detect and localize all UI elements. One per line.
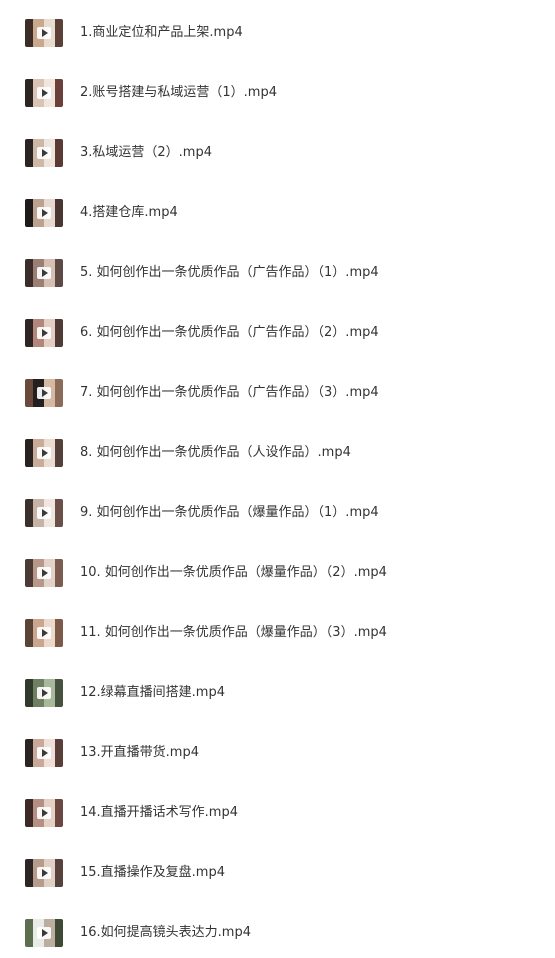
play-icon[interactable]: [37, 147, 51, 159]
video-file-item[interactable]: 15.直播操作及复盘.mp4: [0, 853, 555, 893]
video-file-item[interactable]: 6. 如何创作出一条优质作品（广告作品）（2）.mp4: [0, 313, 555, 353]
video-thumbnail[interactable]: [25, 559, 63, 587]
thumbnail-image-band: [25, 739, 34, 767]
play-icon[interactable]: [37, 747, 51, 759]
video-file-name[interactable]: 10. 如何创作出一条优质作品（爆量作品）（2）.mp4: [80, 553, 387, 593]
thumbnail-image-band: [54, 259, 63, 287]
play-icon[interactable]: [37, 927, 51, 939]
thumbnail-image-band: [25, 919, 34, 947]
video-thumbnail[interactable]: [25, 859, 63, 887]
thumbnail-image-band: [25, 259, 34, 287]
thumbnail-image-band: [25, 379, 34, 407]
video-file-name[interactable]: 4.搭建仓库.mp4: [80, 193, 178, 233]
video-file-name[interactable]: 6. 如何创作出一条优质作品（广告作品）（2）.mp4: [80, 313, 379, 353]
thumbnail-image-band: [25, 499, 34, 527]
video-thumbnail[interactable]: [25, 439, 63, 467]
play-icon[interactable]: [37, 387, 51, 399]
thumbnail-image-band: [54, 619, 63, 647]
video-file-item[interactable]: 16.如何提高镜头表达力.mp4: [0, 913, 555, 953]
thumbnail-image-band: [54, 799, 63, 827]
video-thumbnail[interactable]: [25, 199, 63, 227]
thumbnail-image-band: [54, 379, 63, 407]
video-thumbnail[interactable]: [25, 19, 63, 47]
video-file-name[interactable]: 5. 如何创作出一条优质作品（广告作品）（1）.mp4: [80, 253, 379, 293]
video-file-item[interactable]: 4.搭建仓库.mp4: [0, 193, 555, 233]
thumbnail-image-band: [54, 79, 63, 107]
thumbnail-image-band: [54, 139, 63, 167]
thumbnail-image-band: [54, 559, 63, 587]
video-file-name[interactable]: 12.绿幕直播间搭建.mp4: [80, 673, 225, 713]
play-icon[interactable]: [37, 87, 51, 99]
thumbnail-image-band: [25, 799, 34, 827]
video-file-name[interactable]: 8. 如何创作出一条优质作品（人设作品）.mp4: [80, 433, 351, 473]
play-icon[interactable]: [37, 207, 51, 219]
video-thumbnail[interactable]: [25, 499, 63, 527]
play-icon[interactable]: [37, 567, 51, 579]
thumbnail-image-band: [54, 859, 63, 887]
video-file-item[interactable]: 5. 如何创作出一条优质作品（广告作品）（1）.mp4: [0, 253, 555, 293]
video-thumbnail[interactable]: [25, 619, 63, 647]
thumbnail-image-band: [25, 859, 34, 887]
thumbnail-image-band: [25, 679, 34, 707]
play-icon[interactable]: [37, 627, 51, 639]
video-file-name[interactable]: 13.开直播带货.mp4: [80, 733, 199, 773]
video-file-item[interactable]: 3.私域运营（2）.mp4: [0, 133, 555, 173]
thumbnail-image-band: [25, 199, 34, 227]
thumbnail-image-band: [25, 19, 34, 47]
video-file-name[interactable]: 15.直播操作及复盘.mp4: [80, 853, 225, 893]
video-file-item[interactable]: 2.账号搭建与私域运营（1）.mp4: [0, 73, 555, 113]
video-file-item[interactable]: 12.绿幕直播间搭建.mp4: [0, 673, 555, 713]
thumbnail-image-band: [25, 139, 34, 167]
thumbnail-image-band: [54, 919, 63, 947]
video-thumbnail[interactable]: [25, 139, 63, 167]
thumbnail-image-band: [25, 439, 34, 467]
thumbnail-image-band: [54, 439, 63, 467]
video-thumbnail[interactable]: [25, 79, 63, 107]
video-file-list: 1.商业定位和产品上架.mp4 2.账号搭建与私域运营（1）.mp4 3.私域运营（…: [0, 0, 555, 958]
video-file-item[interactable]: 10. 如何创作出一条优质作品（爆量作品）（2）.mp4: [0, 553, 555, 593]
play-icon[interactable]: [37, 687, 51, 699]
video-file-name[interactable]: 16.如何提高镜头表达力.mp4: [80, 913, 251, 953]
play-icon[interactable]: [37, 27, 51, 39]
video-file-item[interactable]: 8. 如何创作出一条优质作品（人设作品）.mp4: [0, 433, 555, 473]
video-file-item[interactable]: 11. 如何创作出一条优质作品（爆量作品）（3）.mp4: [0, 613, 555, 653]
video-thumbnail[interactable]: [25, 919, 63, 947]
video-file-name[interactable]: 1.商业定位和产品上架.mp4: [80, 13, 243, 53]
video-file-name[interactable]: 2.账号搭建与私域运营（1）.mp4: [80, 73, 277, 113]
video-file-item[interactable]: 7. 如何创作出一条优质作品（广告作品）（3）.mp4: [0, 373, 555, 413]
video-thumbnail[interactable]: [25, 799, 63, 827]
thumbnail-image-band: [54, 199, 63, 227]
thumbnail-image-band: [54, 739, 63, 767]
thumbnail-image-band: [54, 19, 63, 47]
video-file-name[interactable]: 7. 如何创作出一条优质作品（广告作品）（3）.mp4: [80, 373, 379, 413]
video-thumbnail[interactable]: [25, 259, 63, 287]
video-file-name[interactable]: 14.直播开播话术写作.mp4: [80, 793, 238, 833]
video-thumbnail[interactable]: [25, 679, 63, 707]
play-icon[interactable]: [37, 267, 51, 279]
video-file-item[interactable]: 9. 如何创作出一条优质作品（爆量作品）（1）.mp4: [0, 493, 555, 533]
video-file-item[interactable]: 14.直播开播话术写作.mp4: [0, 793, 555, 833]
thumbnail-image-band: [54, 319, 63, 347]
video-thumbnail[interactable]: [25, 319, 63, 347]
play-icon[interactable]: [37, 867, 51, 879]
video-file-item[interactable]: 1.商业定位和产品上架.mp4: [0, 13, 555, 53]
video-file-name[interactable]: 11. 如何创作出一条优质作品（爆量作品）（3）.mp4: [80, 613, 387, 653]
video-file-name[interactable]: 3.私域运营（2）.mp4: [80, 133, 212, 173]
thumbnail-image-band: [54, 679, 63, 707]
thumbnail-image-band: [25, 79, 34, 107]
video-file-name[interactable]: 9. 如何创作出一条优质作品（爆量作品）（1）.mp4: [80, 493, 379, 533]
thumbnail-image-band: [25, 319, 34, 347]
play-icon[interactable]: [37, 447, 51, 459]
video-thumbnail[interactable]: [25, 379, 63, 407]
thumbnail-image-band: [25, 559, 34, 587]
video-file-item[interactable]: 13.开直播带货.mp4: [0, 733, 555, 773]
video-thumbnail[interactable]: [25, 739, 63, 767]
play-icon[interactable]: [37, 807, 51, 819]
play-icon[interactable]: [37, 507, 51, 519]
thumbnail-image-band: [54, 499, 63, 527]
thumbnail-image-band: [25, 619, 34, 647]
play-icon[interactable]: [37, 327, 51, 339]
